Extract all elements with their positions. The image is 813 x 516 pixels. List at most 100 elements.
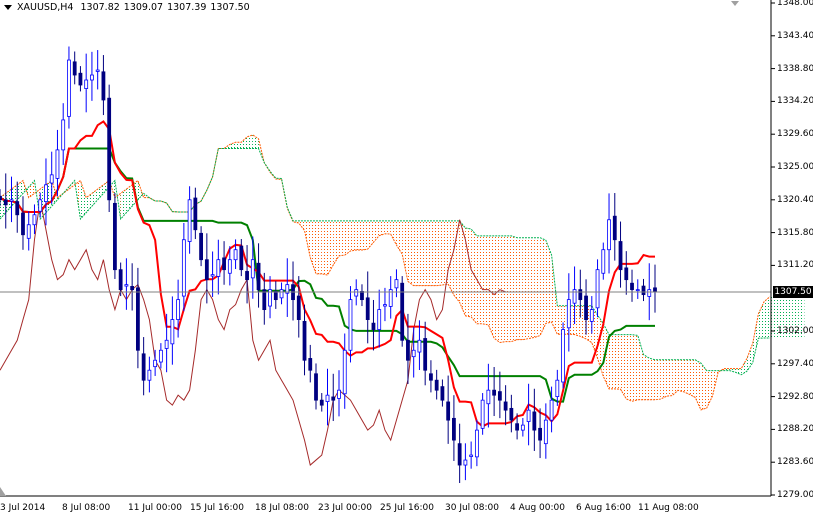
candle-body — [193, 197, 198, 231]
x-tick-label: 15 Jul 16:00 — [190, 503, 244, 513]
cloud-segment — [626, 334, 633, 402]
candle-body — [630, 282, 634, 291]
candle-body — [227, 259, 232, 274]
candle-body — [354, 289, 359, 297]
candle-body — [325, 394, 330, 402]
candle-body — [394, 279, 399, 289]
cloud-segment — [609, 334, 615, 389]
candle-body — [44, 184, 48, 202]
y-tick-label: 1315.80 — [777, 227, 813, 238]
y-tick-label: 1292.80 — [777, 391, 813, 402]
cloud-segment — [120, 189, 127, 220]
candle-body — [187, 199, 192, 242]
candle-body — [365, 297, 370, 320]
candle-body — [624, 267, 629, 281]
x-tick-label: 23 Jul 00:00 — [318, 503, 372, 513]
candle-body — [90, 74, 94, 81]
candle-body — [199, 232, 203, 261]
candle-body — [32, 214, 37, 226]
cloud-segment — [465, 227, 472, 317]
candle-body — [158, 349, 163, 363]
cloud-segment — [316, 220, 322, 274]
candle-body — [543, 419, 548, 445]
candle-body — [383, 304, 387, 307]
candle-body — [3, 199, 8, 206]
cloud-segment — [367, 220, 374, 250]
scroll-shift-marker-icon[interactable] — [0, 487, 6, 496]
cloud-segment — [712, 370, 719, 397]
candle-body — [492, 389, 497, 396]
y-tick-label: 1320.40 — [777, 194, 813, 205]
candle-body — [170, 319, 175, 345]
x-tick-label: 6 Aug 16:00 — [576, 503, 631, 513]
x-tick-label: 11 Aug 08:00 — [638, 503, 699, 513]
cloud-segment — [677, 359, 684, 392]
cloud-segment — [419, 220, 426, 286]
cloud-segment — [430, 220, 437, 286]
candle-body — [9, 199, 14, 202]
chart-window[interactable]: XAUUSD,H4 1307.82 1309.07 1307.39 1307.50 1… — [0, 0, 813, 516]
chart-header: XAUUSD,H4 1307.82 1309.07 1307.39 1307.50 — [4, 2, 254, 13]
candle-body — [245, 271, 249, 281]
cloud-segment — [695, 359, 701, 410]
cloud-segment — [666, 359, 673, 397]
cloud-segment — [672, 359, 678, 396]
candle-body — [497, 391, 502, 401]
cloud-segment — [683, 359, 690, 395]
cloud-segment — [660, 359, 667, 400]
candle-body — [561, 329, 565, 383]
candle-body — [526, 409, 531, 422]
cloud-segment — [402, 220, 408, 282]
cloud-segment — [471, 229, 477, 324]
candle-body — [647, 289, 652, 297]
candle-body — [520, 424, 525, 431]
candle-body — [446, 401, 451, 421]
candle-body — [239, 245, 244, 271]
cloud-segment — [499, 235, 506, 343]
candle-body — [256, 262, 261, 291]
y-tick-label: 1283.60 — [777, 457, 813, 468]
candle-body — [360, 291, 364, 301]
cloud-segment — [413, 220, 420, 286]
ohlc-low: 1307.39 — [167, 2, 207, 13]
price-chart[interactable] — [0, 0, 813, 516]
dropdown-triangle-icon[interactable] — [4, 5, 12, 10]
candle-body — [595, 269, 600, 309]
cloud-segment — [436, 220, 443, 286]
y-tick-label: 1343.40 — [777, 30, 813, 41]
cloud-segment — [655, 359, 661, 400]
candle-body — [296, 295, 301, 320]
candle-body — [15, 201, 20, 216]
candle-body — [124, 284, 129, 287]
cloud-segment — [321, 220, 328, 276]
y-tick-label: 1348.00 — [777, 0, 813, 8]
y-tick-label: 1329.60 — [777, 129, 813, 140]
y-tick-label: 1279.00 — [777, 490, 813, 500]
candle-body — [262, 289, 267, 311]
candle-body — [377, 309, 382, 330]
chart-shift-marker-icon[interactable] — [731, 1, 739, 6]
candle-body — [72, 61, 77, 76]
candle-body — [589, 309, 594, 322]
cloud-segment — [350, 220, 357, 251]
candle-body — [612, 215, 617, 241]
candle-body — [538, 427, 542, 441]
candle-body — [452, 417, 456, 441]
candle-body — [509, 407, 514, 421]
candle-body — [181, 239, 186, 297]
cloud-segment — [574, 305, 581, 337]
cloud-segment — [356, 220, 362, 251]
candle-body — [653, 287, 657, 293]
candle-body — [26, 224, 31, 239]
cloud-segment — [338, 220, 345, 256]
candle-body — [233, 249, 238, 261]
x-tick-label: 25 Jul 16:00 — [380, 503, 434, 513]
cloud-segment — [310, 220, 317, 274]
candle-body — [331, 396, 336, 401]
candle-body — [486, 389, 491, 405]
cloud-segment — [327, 220, 334, 276]
candle-body — [314, 373, 318, 401]
candle-body — [584, 295, 588, 320]
cloud-segment — [68, 180, 75, 190]
x-tick-label: 8 Jul 08:00 — [62, 503, 111, 513]
